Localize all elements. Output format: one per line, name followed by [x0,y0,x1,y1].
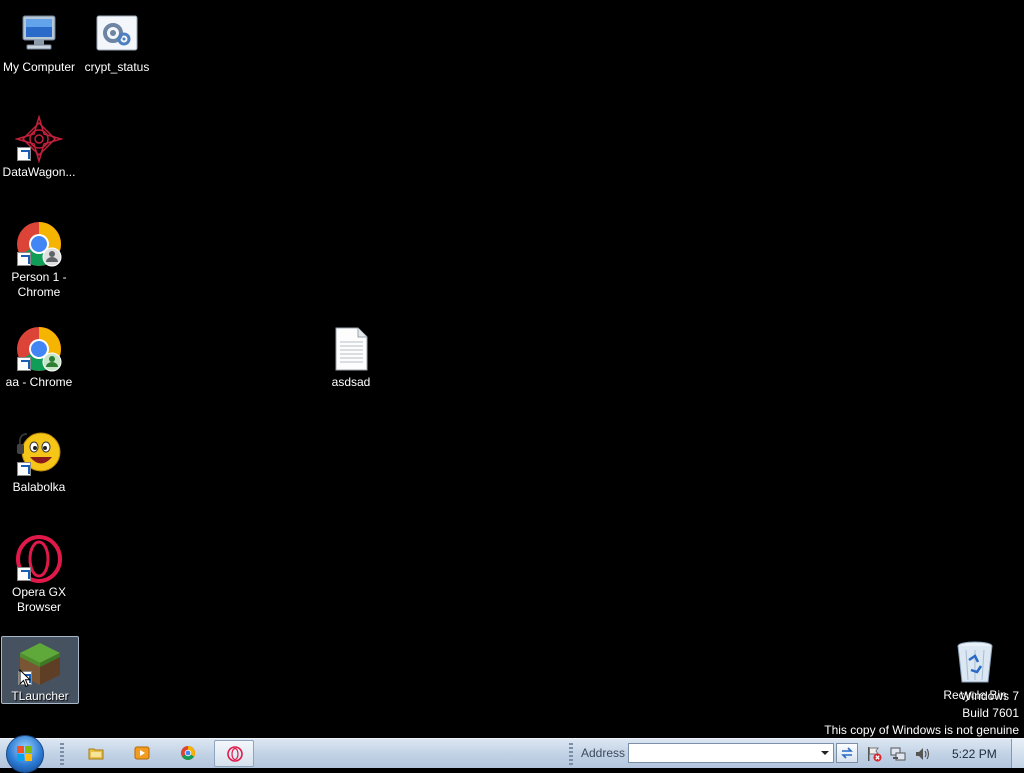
shortcut-arrow-icon [17,462,31,476]
chrome-icon [181,746,195,760]
address-label: Address [581,746,626,760]
desktop-icon-asdsad[interactable]: asdsad [312,323,390,390]
desktop-icon-label: TLauncher [11,689,69,703]
mouse-cursor-icon [19,669,31,688]
windows-flag-icon [17,746,33,762]
taskbar-explorer-button[interactable] [76,740,116,767]
desktop-icon-label: asdsad [331,375,371,389]
desktop: My Computer crypt_status DataWagon... Pe… [0,0,1024,738]
computer-icon [15,10,63,58]
desktop-icon-label: aa - Chrome [5,375,73,389]
windows-watermark: Windows 7 Build 7601 This copy of Window… [824,688,1019,739]
desktop-icon-crypt-status[interactable]: crypt_status [78,8,156,75]
watermark-build: Build 7601 [962,706,1019,720]
desktop-icon-datawagon[interactable]: DataWagon... [0,113,78,180]
taskbar-media-player-button[interactable] [122,740,162,767]
show-desktop-button[interactable] [1011,739,1024,768]
shortcut-arrow-icon [17,252,31,266]
taskbar: Address 5:22 PM [0,735,1024,773]
desktop-icon-label: Person 1 - Chrome [11,270,67,299]
watermark-os: Windows 7 [960,689,1019,703]
volume-icon[interactable] [914,746,930,762]
address-toolbar-grip[interactable] [569,743,573,765]
opera-icon [227,746,243,762]
shortcut-arrow-icon [17,357,31,371]
network-icon[interactable] [890,746,906,762]
shortcut-arrow-icon [17,147,31,161]
media-player-icon [134,746,150,760]
datawagon-icon [14,114,64,164]
desktop-icon-label: Opera GX Browser [11,585,67,614]
watermark-genuine-notice: This copy of Windows is not genuine [824,723,1019,737]
start-button[interactable] [6,735,44,773]
desktop-icon-my-computer[interactable]: My Computer [0,8,78,75]
text-file-icon [327,325,375,373]
balabolka-icon [15,430,63,478]
shortcut-arrow-icon [17,567,31,581]
system-clock[interactable]: 5:22 PM [952,747,997,761]
settings-file-icon [93,10,141,58]
address-go-button[interactable] [836,743,858,763]
desktop-icon-label: crypt_status [84,60,150,74]
recycle-bin-icon [951,638,999,686]
opera-icon [15,535,63,583]
address-input[interactable] [628,743,834,763]
chrome-icon [15,325,63,373]
desktop-icon-opera-gx[interactable]: Opera GX Browser [0,533,78,615]
taskbar-chrome-button[interactable] [168,740,208,767]
action-center-flag-icon[interactable] [866,746,882,762]
go-arrows-icon [841,747,853,759]
desktop-icon-tlauncher[interactable]: TLauncher [1,636,79,704]
address-dropdown-icon[interactable] [821,751,829,755]
desktop-icon-label: DataWagon... [2,165,76,179]
taskbar-opera-button[interactable] [214,740,254,767]
desktop-icon-person1-chrome[interactable]: Person 1 - Chrome [0,218,78,300]
chrome-icon [15,220,63,268]
desktop-icon-aa-chrome[interactable]: aa - Chrome [0,323,78,390]
explorer-icon [88,748,104,760]
desktop-icon-balabolka[interactable]: Balabolka [0,428,78,495]
taskbar-grip[interactable] [60,743,64,765]
desktop-icon-label: Balabolka [12,480,66,494]
desktop-icon-label: My Computer [2,60,76,74]
